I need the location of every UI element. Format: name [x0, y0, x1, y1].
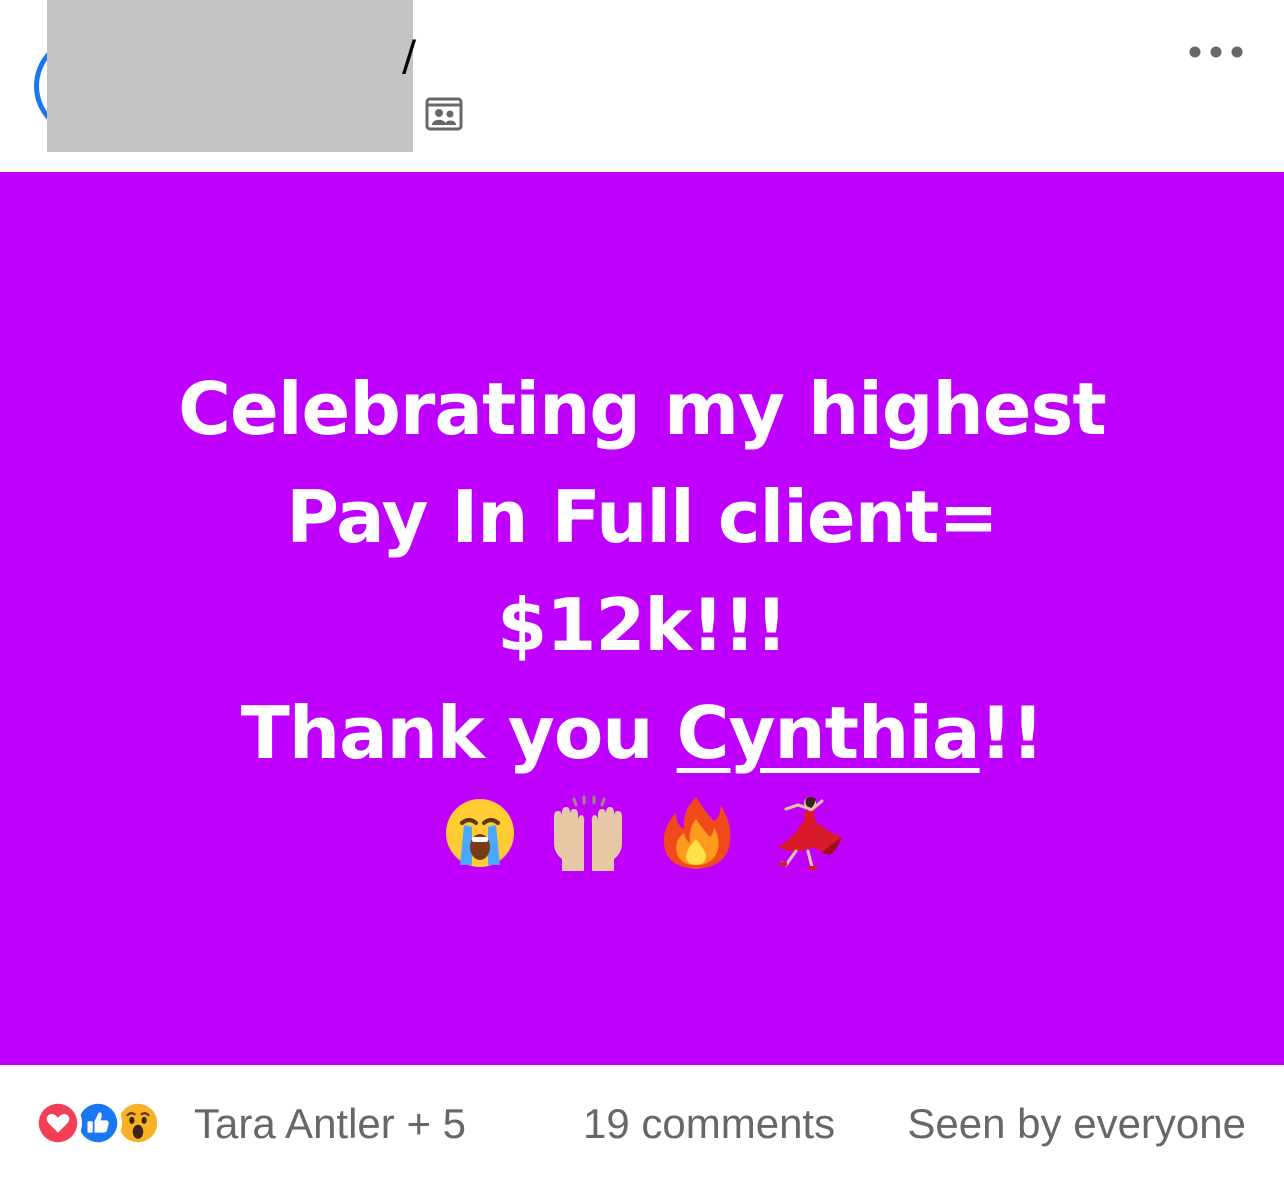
post-text: Celebrating my highest Pay In Full clien… [178, 355, 1107, 787]
post-card: / Celebrating my highest Pay In Full cli… [0, 0, 1284, 1184]
reaction-icons[interactable] [34, 1097, 162, 1149]
emoji-row [440, 793, 844, 873]
loudly-crying-face-icon [446, 798, 514, 867]
redacted-author-name [47, 0, 413, 152]
more-options-icon[interactable] [1186, 38, 1246, 66]
seen-by-text: Seen by everyone [907, 1100, 1246, 1147]
svg-text:/: / [402, 36, 417, 76]
post-header: / [0, 0, 1284, 172]
author-name-fragment[interactable]: / [398, 36, 428, 76]
woman-dancing-icon [778, 796, 842, 870]
group-icon[interactable] [425, 95, 463, 131]
raising-hands-icon [554, 795, 622, 871]
thanks-suffix: !! [979, 690, 1045, 775]
reacted-by-text[interactable]: Tara Antler + 5 [194, 1100, 466, 1148]
love-reaction-icon [34, 1099, 82, 1147]
post-line-thanks: Thank you Cynthia!! [178, 679, 1106, 787]
comments-count[interactable]: 19 comments [583, 1100, 835, 1148]
fire-icon [664, 796, 731, 869]
post-line: Pay In Full client= [286, 474, 998, 559]
post-line: $12k!!! [497, 582, 788, 667]
mention-link[interactable]: Cynthia [677, 691, 981, 775]
thanks-prefix: Thank you [240, 690, 677, 775]
post-line: Celebrating my highest [178, 366, 1107, 451]
post-body: Celebrating my highest Pay In Full clien… [0, 172, 1284, 1065]
